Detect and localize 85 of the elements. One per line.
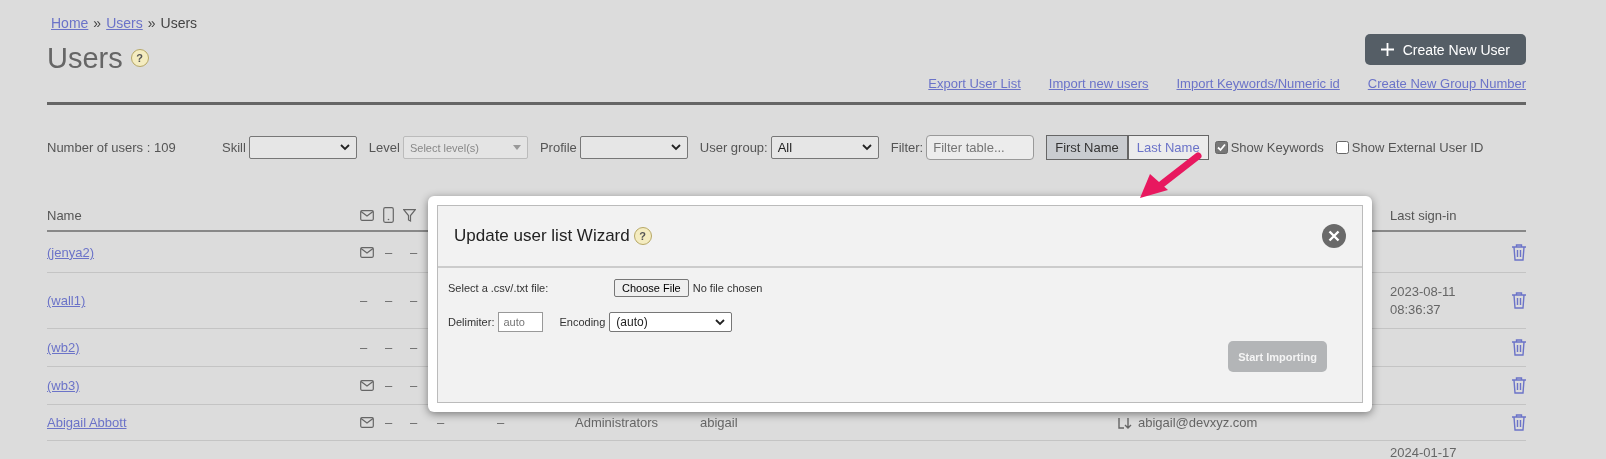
mail-icon bbox=[360, 246, 374, 258]
field-label: Delimiter: bbox=[448, 316, 495, 328]
table-cell-text: 2023-08-11 08:36:37 bbox=[1390, 282, 1457, 319]
user-link[interactable]: (wb2) bbox=[47, 340, 80, 355]
table-cell: – bbox=[410, 244, 418, 260]
filter-icon bbox=[403, 208, 416, 222]
chevron-icon bbox=[339, 144, 350, 151]
filter-field[interactable]: Filter table... bbox=[926, 135, 1035, 160]
user-count: Number of users : 109 bbox=[47, 140, 177, 155]
plus-icon bbox=[1380, 43, 1394, 56]
sort-toggle[interactable]: First Name bbox=[1046, 135, 1128, 160]
chevron-icon bbox=[670, 144, 681, 151]
table-cell: – bbox=[410, 378, 418, 393]
table-cell: – bbox=[385, 244, 393, 260]
user-link[interactable]: (wall1) bbox=[47, 293, 86, 308]
table-cell: – bbox=[385, 378, 393, 393]
dropdown[interactable] bbox=[248, 136, 357, 159]
import-icon bbox=[1118, 416, 1132, 429]
table-cell: – bbox=[410, 340, 418, 355]
close-icon[interactable] bbox=[1322, 224, 1346, 248]
header-link[interactable]: Import Keywords/Numeric id bbox=[1176, 76, 1340, 91]
chevron-icon bbox=[715, 318, 726, 326]
sort-toggle[interactable]: Last Name bbox=[1127, 135, 1209, 160]
column-header: Last sign-in bbox=[1390, 207, 1458, 223]
file-status: No file chosen bbox=[692, 282, 763, 294]
table-cell: Administrators bbox=[575, 415, 659, 430]
mail-icon bbox=[360, 417, 374, 428]
checkbox-label: Show External User ID bbox=[1351, 140, 1484, 155]
table-cell: – bbox=[360, 293, 368, 308]
phone-icon bbox=[383, 207, 394, 223]
delimiter-field[interactable]: auto bbox=[498, 312, 544, 332]
table-cell: abigail@devxyz.com bbox=[1138, 415, 1258, 430]
choose-file-button[interactable]: Choose File bbox=[614, 279, 689, 297]
encoding-select[interactable]: (auto) bbox=[609, 312, 733, 332]
filter-label: Skill bbox=[222, 140, 246, 155]
trash-icon[interactable] bbox=[1512, 377, 1526, 394]
trash-icon[interactable] bbox=[1512, 243, 1526, 261]
table-cell: abigail bbox=[700, 415, 738, 430]
table-cell: – bbox=[410, 415, 418, 430]
page-title: Users bbox=[47, 41, 123, 75]
trash-icon[interactable] bbox=[1512, 339, 1526, 356]
filter-label: Level bbox=[368, 140, 400, 155]
trash-icon[interactable] bbox=[1512, 414, 1526, 431]
trash-icon[interactable] bbox=[1512, 292, 1526, 309]
field-label: Encoding bbox=[559, 316, 606, 328]
help-button[interactable]: ? bbox=[130, 49, 149, 67]
table-cell-text: 2024-01-17 bbox=[1390, 444, 1458, 459]
chevron-icon bbox=[861, 144, 872, 151]
mail-icon bbox=[360, 380, 374, 391]
mail-icon bbox=[360, 209, 374, 221]
filter-label: Profile bbox=[539, 140, 577, 155]
breadcrumb-text: » bbox=[93, 15, 102, 31]
header-link[interactable]: Import new users bbox=[1048, 76, 1149, 91]
dropdown[interactable]: All bbox=[770, 136, 879, 159]
header-link[interactable]: Create New Group Number bbox=[1367, 76, 1526, 91]
table-cell: – bbox=[385, 293, 393, 308]
table-cell: – bbox=[497, 415, 505, 430]
breadcrumb-text: Users bbox=[160, 15, 198, 31]
table-cell: – bbox=[360, 340, 368, 355]
table-cell: – bbox=[385, 340, 393, 355]
user-link[interactable]: Abigail Abbott bbox=[47, 415, 127, 430]
user-link[interactable]: (wb3) bbox=[47, 378, 80, 393]
filter-label: User group: bbox=[699, 140, 768, 155]
breadcrumb-link[interactable]: Home bbox=[51, 15, 89, 31]
column-header: Name bbox=[47, 207, 83, 223]
table-cell: – bbox=[385, 415, 393, 430]
breadcrumb-text: » bbox=[147, 15, 156, 31]
create-user-button[interactable]: Create New User bbox=[1364, 34, 1526, 65]
header-link[interactable]: Export User List bbox=[928, 76, 1021, 91]
level-select: Select level(s) bbox=[402, 136, 528, 159]
checkbox-label: Show Keywords bbox=[1230, 140, 1324, 155]
dialog-title: Update user list Wizard bbox=[454, 226, 630, 246]
start-importing-button: Start Importing bbox=[1228, 341, 1327, 372]
caret-icon bbox=[512, 145, 521, 150]
help-button[interactable]: ? bbox=[633, 227, 652, 245]
dropdown[interactable] bbox=[579, 136, 688, 159]
table-cell: – bbox=[437, 415, 445, 430]
annotation-arrow bbox=[1138, 152, 1202, 200]
filter-label: Filter: bbox=[890, 140, 924, 155]
field-label: Select a .csv/.txt file: bbox=[448, 282, 550, 294]
checkbox[interactable] bbox=[1335, 141, 1349, 154]
user-link[interactable]: (jenya2) bbox=[47, 244, 94, 260]
table-cell: – bbox=[410, 293, 418, 308]
breadcrumb-link[interactable]: Users bbox=[106, 15, 143, 31]
checkbox[interactable] bbox=[1214, 141, 1228, 154]
